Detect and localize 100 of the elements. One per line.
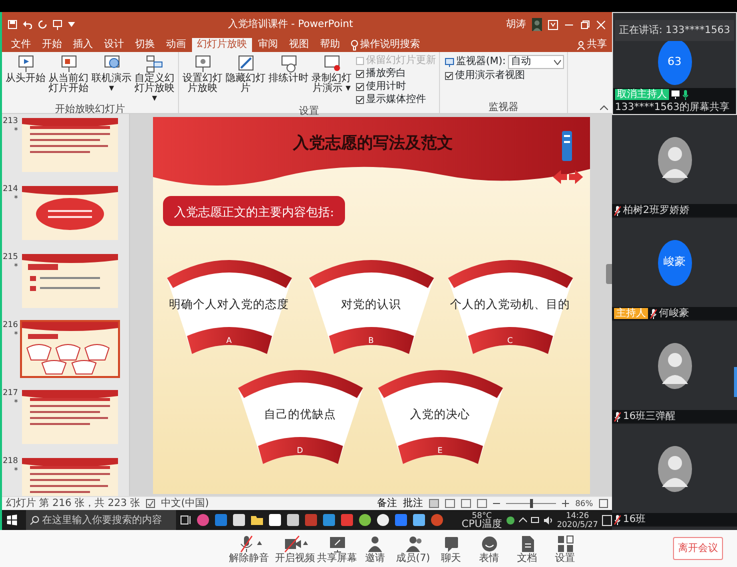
notes-button[interactable]: 备注 [377, 498, 398, 510]
close-icon[interactable] [596, 20, 606, 30]
participant-name: 16班 [623, 514, 646, 525]
round-app-icon[interactable] [376, 513, 390, 527]
ribbon-button[interactable]: 隐藏幻灯片 [225, 54, 266, 106]
app-icon[interactable] [412, 513, 426, 527]
toolbar-button[interactable]: 文档 [510, 534, 544, 564]
toolbar-button[interactable]: 设置 [548, 534, 582, 564]
people-icon [404, 534, 422, 552]
collapse-panel-handle[interactable] [606, 264, 612, 284]
toolbar-button[interactable]: 成员(7) [396, 534, 430, 564]
fan-letter: D [296, 446, 303, 455]
fan-label: 明确个人对入党的态度 [168, 297, 288, 311]
customize-caret-icon[interactable] [68, 22, 75, 27]
task-view-icon[interactable] [180, 514, 192, 526]
ribbon-button[interactable]: 联机演示 ▾ [91, 54, 132, 104]
taskbar-clock[interactable]: 14:26 2020/5/27 [556, 511, 598, 529]
ribbon-button[interactable]: 从头开始 [5, 54, 46, 104]
toolbar-button[interactable]: 表情 [472, 534, 506, 564]
slide-number: 217 [2, 388, 18, 398]
checkbox-option[interactable]: 使用计时 [356, 81, 436, 93]
checkbox-option[interactable]: 使用演示者视图 [445, 70, 564, 82]
ribbon-tab[interactable]: 视图 [284, 38, 314, 52]
leave-meeting-button[interactable]: 离开会议 [673, 537, 723, 560]
fan-letter: E [436, 446, 442, 455]
collapse-ribbon-icon[interactable] [600, 105, 608, 110]
save-icon[interactable] [8, 20, 17, 29]
redo-icon[interactable] [38, 20, 47, 29]
ribbon-tab[interactable]: 帮助 [315, 38, 345, 52]
toolbar-button[interactable]: 开启视频 [274, 534, 316, 564]
person-icon [577, 40, 585, 50]
slide-thumbnail[interactable] [20, 184, 120, 242]
round-app-icon[interactable] [358, 513, 372, 527]
ribbon-tab[interactable]: 切换 [130, 38, 160, 52]
monitor-dropdown[interactable]: 自动 [508, 55, 564, 69]
slide-number: 216 [2, 320, 18, 330]
tray-app-icon[interactable] [506, 516, 515, 524]
reading-view-icon[interactable] [461, 499, 472, 508]
toolbar-button[interactable]: 邀请 [358, 534, 392, 564]
battery-icon[interactable] [530, 516, 540, 524]
checkmark-icon [357, 71, 363, 77]
host-tag: 取消主持人 [615, 89, 669, 100]
plus-icon[interactable] [562, 500, 570, 507]
chevron-up-icon[interactable] [518, 516, 527, 524]
checkbox-option[interactable]: 播放旁白 [356, 68, 436, 80]
ribbon-button[interactable]: 自定义幻灯片放映 ▾ [134, 54, 175, 104]
ribbon-tab[interactable]: 幻灯片放映 [192, 38, 252, 52]
undo-icon[interactable] [23, 20, 32, 29]
chevron-down-icon [554, 60, 561, 64]
avatar-circle: 63 [658, 39, 692, 85]
clock-date: 2020/5/27 [556, 520, 598, 529]
minus-icon[interactable] [493, 500, 500, 507]
ribbon-tab[interactable]: 审阅 [253, 38, 283, 52]
app-icon[interactable] [268, 513, 282, 527]
temperature-reading: 58°C [472, 511, 492, 520]
ribbon-display-icon[interactable] [548, 20, 558, 30]
ribbon-tab[interactable]: 开始 [37, 38, 67, 52]
previous-arrow-icon[interactable] [552, 170, 566, 184]
toolbar-button[interactable]: 聊天 [434, 534, 468, 564]
checkbox-option[interactable]: 显示媒体控件 [356, 94, 436, 106]
app-icon[interactable] [286, 513, 300, 527]
taskbar-search-field[interactable]: 在这里输入你要搜索的内容 [26, 510, 176, 530]
book-icon[interactable] [562, 131, 572, 161]
slide-thumbnail[interactable] [20, 252, 120, 310]
ribbon-button[interactable]: 设置幻灯片放映 [182, 54, 223, 106]
next-arrow-icon[interactable] [568, 170, 582, 184]
ribbon-tab[interactable]: 插入 [68, 38, 98, 52]
folder-icon[interactable] [250, 513, 264, 527]
user-avatar-icon [532, 18, 542, 31]
tell-me-search[interactable]: 操作说明搜索 [346, 38, 425, 52]
ribbon-tab[interactable]: 动画 [161, 38, 191, 52]
slide-sorter-icon[interactable] [445, 499, 456, 508]
toolbar-button[interactable]: 解除静音 [228, 534, 270, 564]
host-tag: 主持人 [614, 308, 648, 319]
comments-button[interactable]: 批注 [403, 498, 424, 510]
ribbon-button[interactable]: 从当前幻灯片开始 [48, 54, 89, 104]
share-button[interactable]: 共享 [572, 38, 612, 52]
temperature-label: CPU温度 [462, 520, 502, 529]
slide-subtitle: 入党志愿正文的主要内容包括: [173, 205, 334, 219]
ribbon-button[interactable]: 排练计时 [268, 54, 309, 106]
ribbon-tab[interactable]: 文件 [6, 38, 36, 52]
fit-slide-icon[interactable] [599, 499, 608, 508]
ribbon-tab[interactable]: 设计 [99, 38, 129, 52]
slide-title: 入党志愿的写法及范文 [292, 133, 452, 152]
spellcheck-icon[interactable] [146, 499, 156, 508]
avatar-silhouette-icon [656, 136, 692, 184]
slide-thumbnail[interactable] [20, 116, 120, 174]
slide-thumbnail[interactable] [20, 388, 120, 446]
ribbon-button[interactable]: 录制幻灯片演示 ▾ [311, 54, 352, 106]
slide-number: 213 [2, 116, 18, 126]
slide-thumbnail[interactable] [20, 320, 120, 378]
app-icon[interactable] [232, 513, 246, 527]
slideshow-icon[interactable] [477, 499, 488, 508]
animation-mark: * [14, 126, 18, 136]
scrollbar[interactable] [734, 367, 737, 397]
layout-icon [556, 534, 574, 552]
slider-thumb[interactable] [530, 499, 534, 508]
volume-icon[interactable] [544, 516, 553, 524]
restore-icon[interactable] [580, 20, 590, 30]
normal-view-icon[interactable] [429, 499, 440, 508]
